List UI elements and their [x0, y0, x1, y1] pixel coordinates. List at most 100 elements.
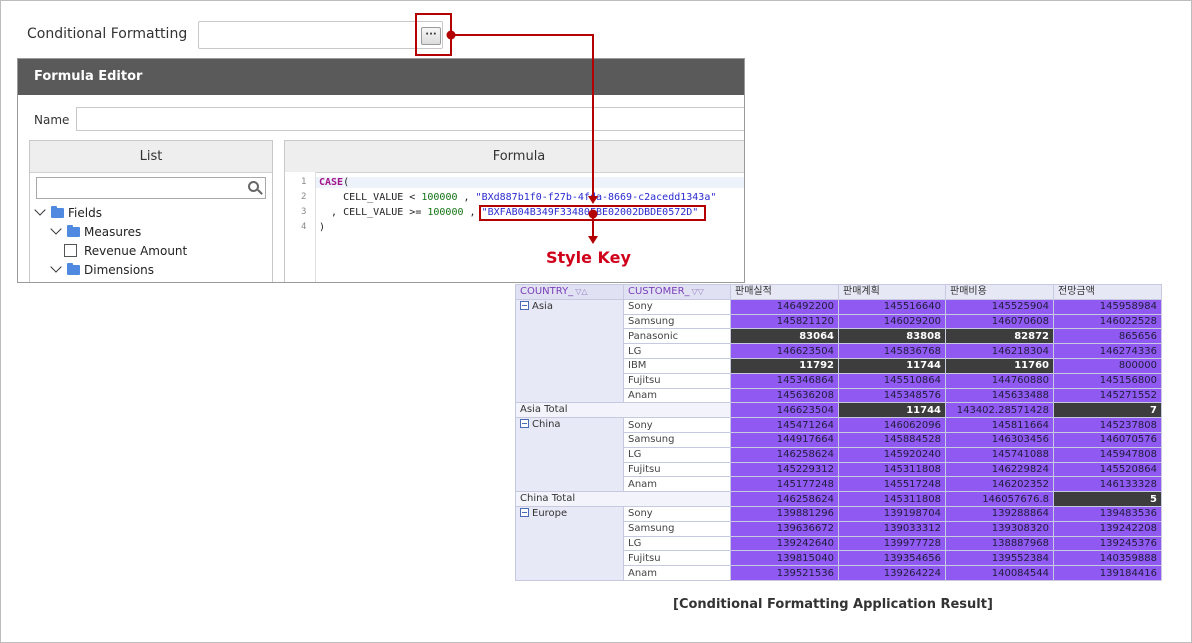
- value-cell: 145741088: [945, 446, 1054, 463]
- total-label: China Total: [515, 491, 731, 507]
- tree-item-fields[interactable]: Fields: [30, 204, 270, 223]
- value-cell: 139308320: [945, 520, 1054, 537]
- value-cell: 139881296: [730, 505, 839, 522]
- value-cell: 144917664: [730, 431, 839, 448]
- value-cell: 146258624: [730, 491, 839, 507]
- collapse-icon[interactable]: [520, 507, 529, 517]
- value-cell: 865656: [1053, 328, 1162, 345]
- value-cell: 143402.28571428: [945, 402, 1054, 419]
- conditional-formatting-label: Conditional Formatting: [27, 26, 188, 42]
- customer-header[interactable]: CUSTOMER_ ▽▽: [623, 284, 731, 300]
- chevron-down-icon[interactable]: [34, 204, 46, 216]
- filter-icon[interactable]: ▽▽: [692, 287, 704, 296]
- code-text: CELL_VALUE <: [319, 192, 422, 203]
- chevron-down-icon[interactable]: [50, 223, 62, 235]
- name-input[interactable]: [76, 107, 744, 131]
- value-cell: 145311808: [838, 491, 946, 507]
- value-cell: 146218304: [945, 343, 1054, 359]
- value-cell: 146623504: [730, 343, 839, 359]
- customer-cell: Fujitsu: [623, 550, 731, 567]
- folder-icon: [51, 206, 64, 218]
- customer-cell: Anam: [623, 476, 731, 493]
- value-cell: 145884528: [838, 431, 946, 448]
- result-caption: [Conditional Formatting Application Resu…: [673, 597, 993, 612]
- value-cell: 145348576: [838, 387, 946, 404]
- customer-cell: IBM: [623, 357, 731, 374]
- formula-header: Formula: [285, 141, 744, 173]
- value-cell: 11744: [838, 357, 946, 374]
- measure-header[interactable]: 판매실적: [730, 284, 839, 300]
- line-number: 4: [301, 222, 307, 232]
- value-cell: 145958984: [1053, 298, 1162, 315]
- value-cell: 146274336: [1053, 343, 1162, 359]
- header-label: CUSTOMER_: [628, 286, 690, 298]
- line-number: 3: [301, 207, 307, 217]
- conditional-formatting-input[interactable]: [198, 21, 443, 49]
- value-cell: 139815040: [730, 550, 839, 567]
- group-cell-china[interactable]: China: [515, 417, 624, 493]
- table-row: Asia Sony 146492200 145516640 145525904 …: [515, 298, 1162, 404]
- table-row: Europe Sony 139881296 139198704 13928886…: [515, 505, 1162, 581]
- value-cell: 138887968: [945, 535, 1054, 552]
- style-key-label: Style Key: [546, 248, 631, 267]
- tree-item-dimensions[interactable]: Dimensions: [30, 261, 270, 280]
- value-cell: 83808: [838, 328, 946, 345]
- value-cell: 145229312: [730, 461, 839, 478]
- chevron-down-icon[interactable]: [50, 261, 62, 273]
- table-row: China Sony 145471264 146062096 145811664…: [515, 417, 1162, 493]
- value-cell: 139483536: [1053, 505, 1162, 522]
- collapse-icon[interactable]: [520, 300, 529, 310]
- total-label: Asia Total: [515, 402, 731, 419]
- filter-icon[interactable]: ▽△: [575, 287, 587, 296]
- value-cell: 145471264: [730, 417, 839, 433]
- value-cell: 145156800: [1053, 372, 1162, 389]
- value-cell: 139245376: [1053, 535, 1162, 552]
- value-cell: 145311808: [838, 461, 946, 478]
- code-line-1[interactable]: CASE(: [316, 177, 744, 188]
- value-cell: 139636672: [730, 520, 839, 537]
- value-cell: 145517248: [838, 476, 946, 493]
- folder-icon: [67, 225, 80, 237]
- value-cell: 139198704: [838, 505, 946, 522]
- country-header[interactable]: COUNTRY_ ▽△: [515, 284, 624, 300]
- value-cell: 140084544: [945, 565, 1054, 581]
- code-line-4[interactable]: ): [319, 222, 325, 233]
- code-number: 100000: [421, 192, 458, 203]
- value-cell: 144760880: [945, 372, 1054, 389]
- code-number: 100000: [427, 207, 464, 218]
- measure-header[interactable]: 전망금액: [1053, 284, 1162, 300]
- formula-editor-window: Formula Editor Name List Fields Measures…: [17, 58, 745, 283]
- code-string: "BXd887b1f0-f27b-4fda-8669-c2acedd1343a": [475, 192, 717, 203]
- revenue-amount-checkbox[interactable]: [64, 244, 77, 257]
- total-row: China Total 146258624 145311808 14605767…: [515, 491, 1162, 507]
- value-cell: 145947808: [1053, 446, 1162, 463]
- value-cell: 139288864: [945, 505, 1054, 522]
- group-cell-europe[interactable]: Europe: [515, 505, 624, 581]
- value-cell: 146070608: [945, 313, 1054, 330]
- customer-cell: Samsung: [623, 431, 731, 448]
- value-cell: 139242208: [1053, 520, 1162, 537]
- value-cell: 145510864: [838, 372, 946, 389]
- tree-item-measures[interactable]: Measures: [30, 223, 270, 242]
- tree-item-label: Measures: [84, 225, 142, 239]
- code-line-2[interactable]: CELL_VALUE < 100000 , "BXd887b1f0-f27b-4…: [319, 192, 716, 203]
- search-icon[interactable]: [248, 181, 259, 192]
- tree-item-label: Revenue Amount: [84, 244, 188, 258]
- formula-editor-title: Formula Editor: [18, 59, 744, 95]
- customer-cell: Panasonic: [623, 328, 731, 345]
- collapse-icon[interactable]: [520, 419, 529, 429]
- value-cell: 139552384: [945, 550, 1054, 567]
- code-text: (: [343, 177, 350, 188]
- measure-header[interactable]: 판매계획: [838, 284, 946, 300]
- line-number: 1: [301, 177, 307, 187]
- value-cell: 139977728: [838, 535, 946, 552]
- group-cell-asia[interactable]: Asia: [515, 298, 624, 404]
- header-label: COUNTRY_: [520, 286, 574, 298]
- value-cell: 5: [1053, 491, 1162, 507]
- keyword-case: CASE: [319, 177, 344, 188]
- measure-header[interactable]: 판매비용: [945, 284, 1054, 300]
- list-search-input[interactable]: [36, 177, 266, 199]
- value-cell: 139264224: [838, 565, 946, 581]
- list-header: List: [30, 141, 272, 173]
- tree-item-revenue-amount[interactable]: Revenue Amount: [30, 242, 270, 261]
